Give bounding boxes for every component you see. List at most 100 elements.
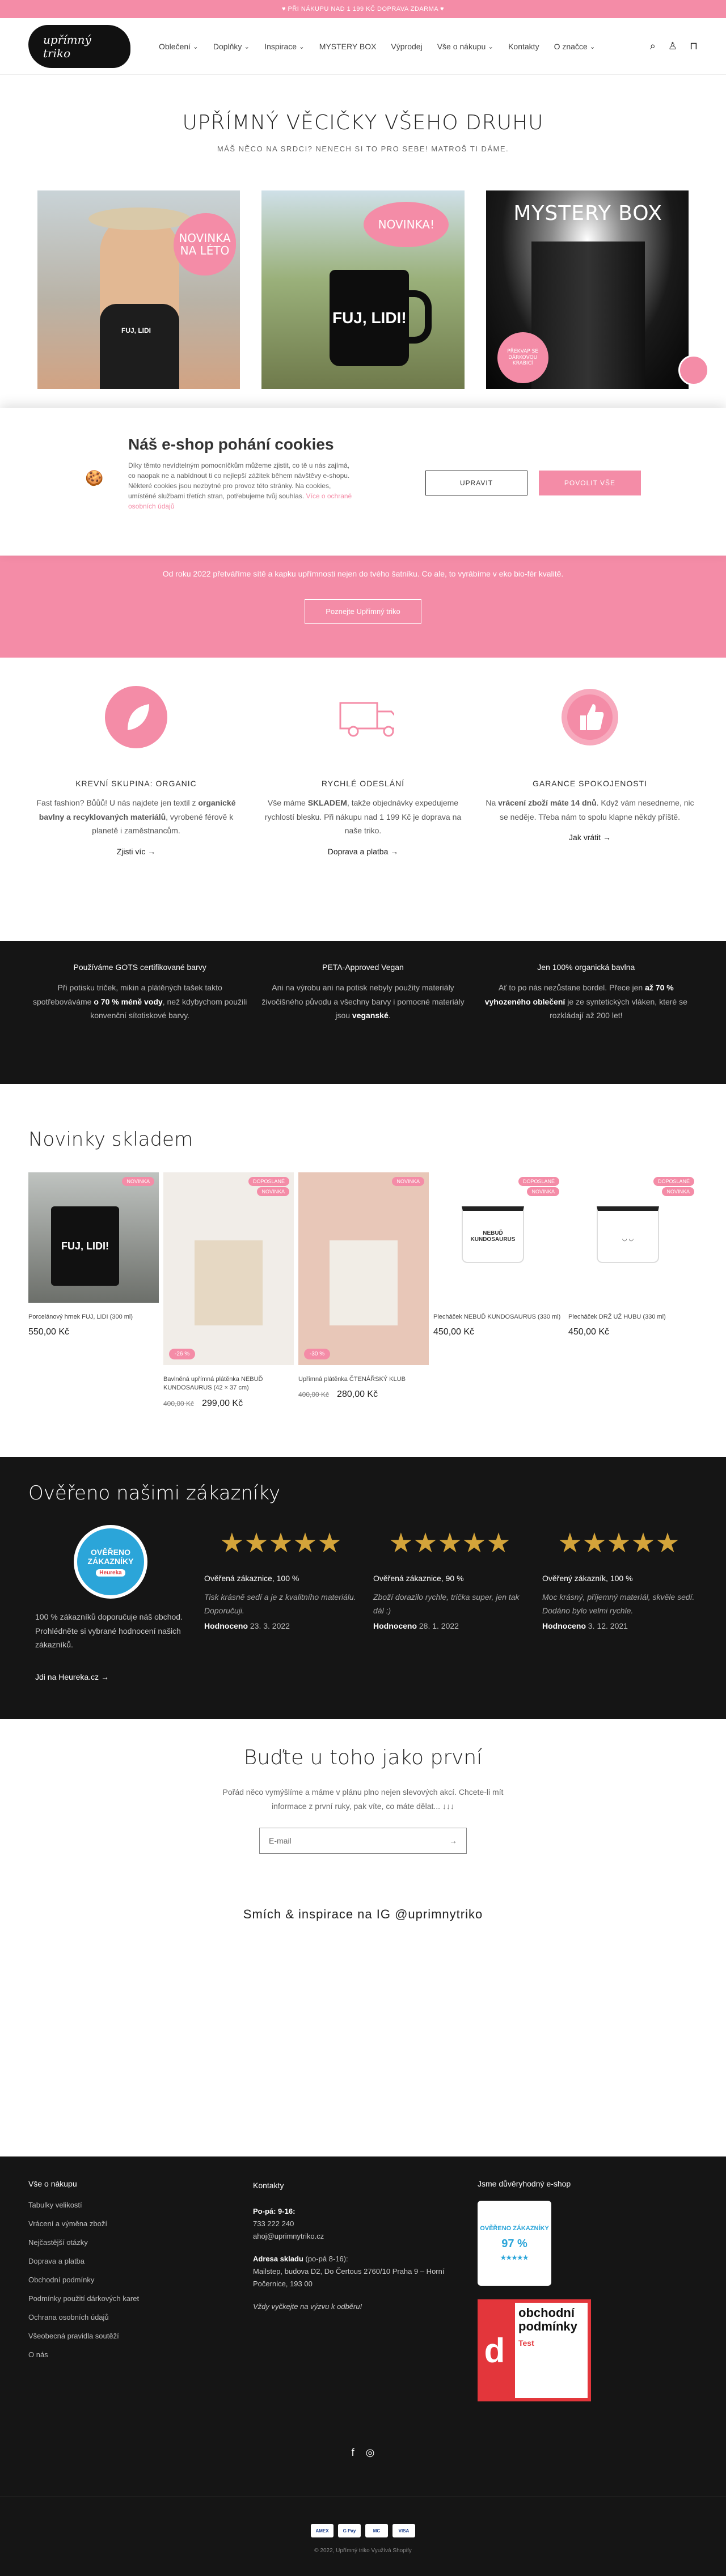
facebook-icon[interactable]: f <box>352 2447 354 2458</box>
product-image: NEBUĎ KUNDOSAURUS DOPOSLANÉ NOVINKA <box>433 1172 564 1303</box>
shirt-text: FUJ, LIDI <box>121 327 151 334</box>
chevron-down-icon: ⌄ <box>488 43 494 50</box>
badge-new: NOVINKA <box>257 1187 289 1196</box>
nav-item-kontakty[interactable]: Kontakty <box>508 42 539 51</box>
badge-new: NOVINKA <box>392 1177 424 1186</box>
product-image: NOVINKA -30 % <box>298 1172 429 1365</box>
nav-item-vse-o-nakupu[interactable]: Vše o nákupu ⌄ <box>437 42 493 51</box>
feature-guarantee: GARANCE SPOKOJENOSTI Na vrácení zboží má… <box>482 686 698 856</box>
badge-dopos: DOPOSLANÉ <box>518 1177 559 1186</box>
review-text: Tisk krásně sedí a je z kvalitního mater… <box>204 1592 356 1615</box>
arrow-right-icon[interactable]: → <box>449 1836 457 1845</box>
hero-card-mystery[interactable]: MYSTERY BOX PŘEKVAP SE DÁRKOVOU KRABICÍ <box>486 190 689 389</box>
review-author: Ověřená zákaznice, 90 % <box>373 1574 464 1583</box>
discount-badge: -26 % <box>169 1349 196 1359</box>
footer-link[interactable]: Nejčastější otázky <box>28 2238 139 2247</box>
value-title: Používáme GOTS certifikované barvy <box>73 963 206 972</box>
badge-new: NOVINKA <box>527 1187 559 1196</box>
feature-title: KREVNÍ SKUPINA: ORGANIC <box>75 779 197 788</box>
dtest-badge[interactable]: d obchodní podmínky Test <box>478 2299 591 2401</box>
product-image: FUJ, LIDI! NOVINKA <box>28 1172 159 1303</box>
nav-item-obleceni[interactable]: Oblečení ⌄ <box>159 42 199 51</box>
email-field[interactable]: E-mail → <box>259 1828 467 1854</box>
card-badge: NOVINKA NA LÉTO <box>174 213 236 276</box>
thumbs-up-icon <box>559 686 621 748</box>
footer-title: Vše o nákupu <box>28 2179 77 2188</box>
feature-link[interactable]: Doprava a platba → <box>255 847 471 856</box>
product-card[interactable]: ◡ ◡ DOPOSLANÉ NOVINKA Plecháček DRŽ UŽ H… <box>568 1172 699 1409</box>
product-card[interactable]: NOVINKA -30 % Upřímná plátěnka ČTENÁŘSKÝ… <box>298 1172 429 1409</box>
cookie-edit-button[interactable]: UPRAVIT <box>425 471 527 495</box>
cookie-accept-button[interactable]: POVOLIT VŠE <box>539 471 641 495</box>
about-band: Od roku 2022 přetváříme sítě a kapku upř… <box>0 556 726 658</box>
stars-icon: ★★★★★ <box>500 2255 529 2261</box>
review-date: Hodnoceno 23. 3. 2022 <box>204 1621 290 1630</box>
cookie-icon: 🍪 <box>85 469 104 486</box>
discount-badge: -30 % <box>304 1349 331 1359</box>
about-button[interactable]: Poznejte Upřímný triko <box>305 599 421 624</box>
product-card[interactable]: FUJ, LIDI! NOVINKA Porcelánový hrnek FUJ… <box>28 1172 159 1409</box>
copyright: © 2022, Upřímný triko Využívá Shopify <box>314 2548 412 2554</box>
phone[interactable]: 733 222 240 <box>253 2218 474 2230</box>
promo-text: ♥ PŘI NÁKUPU NAD 1 199 KČ DOPRAVA ZDARMA… <box>281 6 445 12</box>
hero-subtitle: MÁŠ NĚCO NA SRDCI? NENECH SI TO PRO SEBE… <box>217 145 509 153</box>
value-vegan: PETA-Approved Vegan Ani na výrobu ani na … <box>255 963 471 1084</box>
nav-item-doplnky[interactable]: Doplňky ⌄ <box>213 42 250 51</box>
instagram-icon[interactable]: ◎ <box>366 2447 375 2458</box>
footer-link[interactable]: Tabulky velikostí <box>28 2201 139 2209</box>
nav-item-inspirace[interactable]: Inspirace ⌄ <box>264 42 305 51</box>
nav-item-vyprodej[interactable]: Výprodej <box>391 42 422 51</box>
product-name: Bavlněná upřímná plátěnka NEBUĎ KUNDOSAU… <box>163 1376 263 1392</box>
about-text: Od roku 2022 přetváříme sítě a kapku upř… <box>162 569 564 578</box>
leaf-icon <box>105 686 167 748</box>
product-name: Plecháček DRŽ UŽ HUBU (330 ml) <box>568 1314 666 1320</box>
review-date: Hodnoceno 28. 1. 2022 <box>373 1621 459 1630</box>
product-price: 550,00 Kč <box>28 1327 70 1337</box>
hat-shape <box>88 207 191 230</box>
product-card[interactable]: NEBUĎ KUNDOSAURUS DOPOSLANÉ NOVINKA Plec… <box>433 1172 564 1409</box>
cart-icon[interactable]: ⊓ <box>690 40 698 52</box>
logo[interactable]: upřímný triko <box>28 24 130 68</box>
footer-col-trust: Jsme důvěryhodný e-shop OVĚŘENO ZÁKAZNÍK… <box>478 2179 591 2401</box>
stars-icon: ★★★★★ <box>220 1528 342 1558</box>
chat-button[interactable] <box>678 355 709 385</box>
card-badge: NOVINKA! <box>364 202 449 247</box>
truck-icon <box>332 686 394 748</box>
account-icon[interactable]: ♙ <box>668 40 677 52</box>
footer: Vše o nákupu Tabulky velikostí Vrácení a… <box>0 2156 726 2576</box>
arrow-right-icon: → <box>147 846 156 856</box>
review-date: Hodnoceno 3. 12. 2021 <box>542 1621 628 1630</box>
heureka-link[interactable]: Jdi na Heureka.cz → <box>35 1672 109 1681</box>
nav-item-o-znacce[interactable]: O značce ⌄ <box>554 42 596 51</box>
footer-link[interactable]: Vrácení a výměna zboží <box>28 2219 139 2228</box>
hero-card-mug[interactable]: FUJ, LIDI! NOVINKA! <box>261 190 465 389</box>
box-image <box>531 242 645 389</box>
product-price: 400,00 Kč 299,00 Kč <box>163 1398 243 1408</box>
feature-link[interactable]: Zjisti víc → <box>28 847 244 856</box>
heureka-trust-badge[interactable]: OVĚŘENO ZÁKAZNÍKY 97 % ★★★★★ <box>478 2201 551 2286</box>
footer-link[interactable]: Všeobecná pravidla soutěží <box>28 2332 139 2340</box>
mug-image: FUJ, LIDI! <box>330 270 432 366</box>
feature-link[interactable]: Jak vrátit → <box>482 833 698 842</box>
cookie-banner: Náš e-shop pohání cookies 🍪 Díky těmto n… <box>0 408 726 556</box>
product-card[interactable]: DOPOSLANÉ NOVINKA -26 % Bavlněná upřímná… <box>163 1172 294 1409</box>
nav-item-mystery-box[interactable]: MYSTERY BOX <box>319 42 377 51</box>
footer-link[interactable]: Ochrana osobních údajů <box>28 2313 139 2321</box>
product-list: FUJ, LIDI! NOVINKA Porcelánový hrnek FUJ… <box>28 1172 699 1409</box>
product-price: 450,00 Kč <box>433 1327 475 1337</box>
product-image: DOPOSLANÉ NOVINKA -26 % <box>163 1172 294 1365</box>
main-nav: Oblečení ⌄ Doplňky ⌄ Inspirace ⌄ MYSTERY BO… <box>159 42 596 51</box>
hero-card-summer[interactable]: FUJ, LIDI NOVINKA NA LÉTO <box>37 190 240 389</box>
footer-link[interactable]: Podmínky použití dárkových karet <box>28 2294 139 2303</box>
arrow-right-icon: → <box>100 1672 109 1681</box>
footer-link[interactable]: Doprava a platba <box>28 2257 139 2265</box>
email-link[interactable]: ahoj@uprimnytriko.cz <box>253 2230 474 2243</box>
review-text: Moc krásný, příjemný materiál, skvěle se… <box>542 1592 695 1615</box>
footer-link[interactable]: O nás <box>28 2350 139 2359</box>
footer-link[interactable]: Obchodní podmínky <box>28 2276 139 2284</box>
feature-text: Na vrácení zboží máte 14 dnů. Když vám n… <box>486 798 694 821</box>
reviews-summary: 100 % zákazníků doporučuje náš obchod. P… <box>35 1612 183 1649</box>
search-icon[interactable]: ⌕ <box>650 40 656 52</box>
review-author: Ověřená zákaznice, 100 % <box>204 1574 299 1583</box>
gpay-icon: G Pay <box>338 2524 361 2537</box>
